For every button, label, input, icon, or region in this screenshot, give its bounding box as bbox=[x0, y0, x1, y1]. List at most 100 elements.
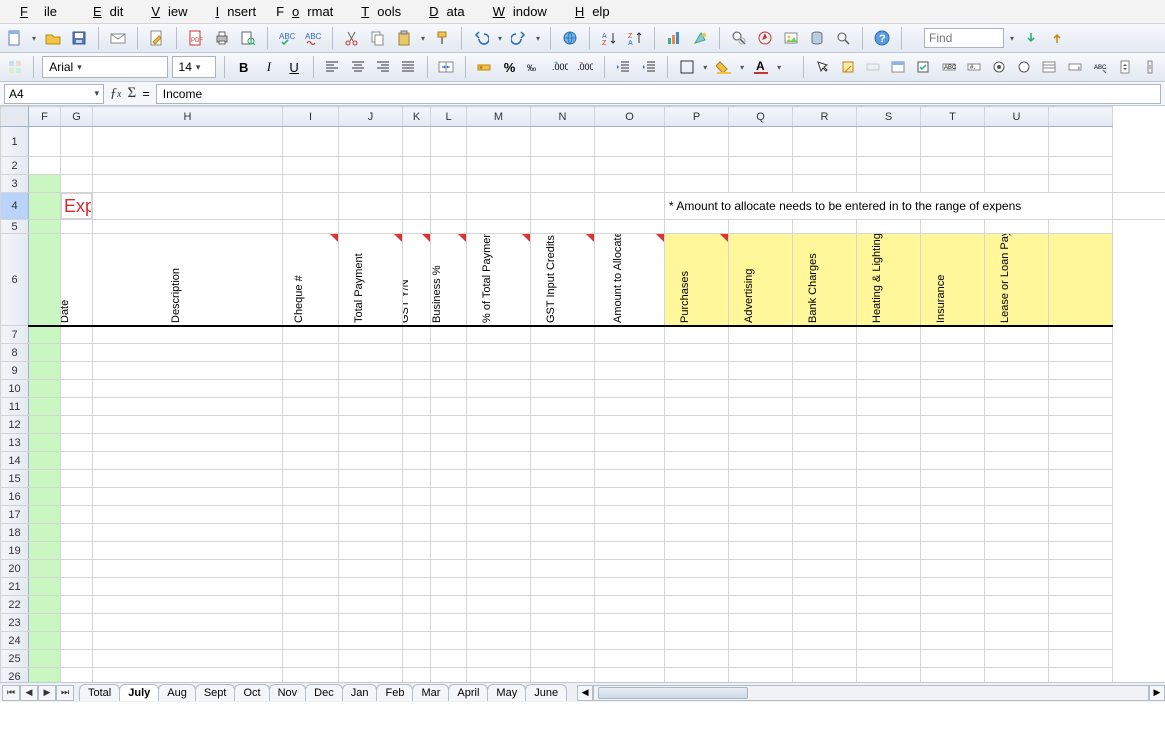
cell-Q20[interactable] bbox=[729, 560, 793, 578]
cell-Q24[interactable] bbox=[729, 632, 793, 650]
cell-F8[interactable] bbox=[29, 344, 61, 362]
row-header-25[interactable]: 25 bbox=[1, 650, 29, 668]
cell-F11[interactable] bbox=[29, 398, 61, 416]
print-preview-icon[interactable] bbox=[237, 27, 259, 49]
label-tool-icon[interactable]: ABC bbox=[938, 56, 959, 78]
find-down-icon[interactable] bbox=[1020, 27, 1042, 49]
cell-G11[interactable] bbox=[61, 398, 93, 416]
cell-U9[interactable] bbox=[985, 362, 1049, 380]
cell-overflow-7[interactable] bbox=[1049, 326, 1113, 344]
cell-F3[interactable] bbox=[29, 175, 61, 193]
cell-S18[interactable] bbox=[857, 524, 921, 542]
cell-U2[interactable] bbox=[985, 157, 1049, 175]
find-up-icon[interactable] bbox=[1046, 27, 1068, 49]
cell-overflow-24[interactable] bbox=[1049, 632, 1113, 650]
cell-L15[interactable] bbox=[431, 470, 467, 488]
borders-icon[interactable] bbox=[676, 56, 697, 78]
cell-I5[interactable] bbox=[283, 220, 339, 234]
cell-M9[interactable] bbox=[467, 362, 531, 380]
cell-J17[interactable] bbox=[339, 506, 403, 524]
cell-M18[interactable] bbox=[467, 524, 531, 542]
cell-H17[interactable] bbox=[93, 506, 283, 524]
cell-G23[interactable] bbox=[61, 614, 93, 632]
cell-J8[interactable] bbox=[339, 344, 403, 362]
cell-T6[interactable]: Insurance bbox=[921, 234, 985, 326]
cell-M22[interactable] bbox=[467, 596, 531, 614]
cell-N21[interactable] bbox=[531, 578, 595, 596]
hscroll-right-icon[interactable]: ▶ bbox=[1149, 685, 1165, 701]
allocate-note-cell[interactable]: * Amount to allocate needs to be entered… bbox=[665, 193, 1113, 220]
cell-U24[interactable] bbox=[985, 632, 1049, 650]
cell-N2[interactable] bbox=[531, 157, 595, 175]
cell-F7[interactable] bbox=[29, 326, 61, 344]
menu-data[interactable]: Data bbox=[413, 2, 472, 21]
col-header-G[interactable]: G bbox=[61, 107, 93, 127]
cell-L16[interactable] bbox=[431, 488, 467, 506]
cell-H12[interactable] bbox=[93, 416, 283, 434]
sheet-tab-total[interactable]: Total bbox=[79, 684, 120, 701]
cell-L9[interactable] bbox=[431, 362, 467, 380]
cell-G13[interactable] bbox=[61, 434, 93, 452]
cell-H22[interactable] bbox=[93, 596, 283, 614]
cell-T10[interactable] bbox=[921, 380, 985, 398]
cell-J12[interactable] bbox=[339, 416, 403, 434]
function-wizard-icon[interactable]: ƒx bbox=[110, 86, 121, 102]
cell-P21[interactable] bbox=[665, 578, 729, 596]
cell-G17[interactable] bbox=[61, 506, 93, 524]
cell-K5[interactable] bbox=[403, 220, 431, 234]
cell-S20[interactable] bbox=[857, 560, 921, 578]
menu-tools[interactable]: Tools bbox=[345, 2, 409, 21]
cell-K22[interactable] bbox=[403, 596, 431, 614]
cell-G3[interactable] bbox=[61, 175, 93, 193]
cell-R6[interactable]: Bank Charges bbox=[793, 234, 857, 326]
cell-K16[interactable] bbox=[403, 488, 431, 506]
cell-I8[interactable] bbox=[283, 344, 339, 362]
row-header-19[interactable]: 19 bbox=[1, 542, 29, 560]
col-header-R[interactable]: R bbox=[793, 107, 857, 127]
cell-R15[interactable] bbox=[793, 470, 857, 488]
cell-R24[interactable] bbox=[793, 632, 857, 650]
cell-R13[interactable] bbox=[793, 434, 857, 452]
cell-S23[interactable] bbox=[857, 614, 921, 632]
cell-G6[interactable]: Date bbox=[61, 234, 93, 326]
cell-T19[interactable] bbox=[921, 542, 985, 560]
cell-U10[interactable] bbox=[985, 380, 1049, 398]
cell-N12[interactable] bbox=[531, 416, 595, 434]
cell-U5[interactable] bbox=[985, 220, 1049, 234]
row-header-3[interactable]: 3 bbox=[1, 175, 29, 193]
cell-K21[interactable] bbox=[403, 578, 431, 596]
row-header-22[interactable]: 22 bbox=[1, 596, 29, 614]
col-header-K[interactable]: K bbox=[403, 107, 431, 127]
cell-I18[interactable] bbox=[283, 524, 339, 542]
cell-T1[interactable] bbox=[921, 127, 985, 157]
currency-icon[interactable] bbox=[474, 56, 495, 78]
cell-G15[interactable] bbox=[61, 470, 93, 488]
cell-I21[interactable] bbox=[283, 578, 339, 596]
cell-F13[interactable] bbox=[29, 434, 61, 452]
cell-S8[interactable] bbox=[857, 344, 921, 362]
cell-M10[interactable] bbox=[467, 380, 531, 398]
cell-H14[interactable] bbox=[93, 452, 283, 470]
cell-L12[interactable] bbox=[431, 416, 467, 434]
cell-J1[interactable] bbox=[339, 127, 403, 157]
sheet-tab-mar[interactable]: Mar bbox=[412, 684, 449, 701]
combo-tool-icon[interactable] bbox=[1064, 56, 1085, 78]
datasources-icon[interactable] bbox=[806, 27, 828, 49]
cell-K13[interactable] bbox=[403, 434, 431, 452]
cell-R5[interactable] bbox=[793, 220, 857, 234]
col-header-M[interactable]: M bbox=[467, 107, 531, 127]
cell-O16[interactable] bbox=[595, 488, 665, 506]
numeric-tool-icon[interactable]: #. bbox=[963, 56, 984, 78]
cell-U16[interactable] bbox=[985, 488, 1049, 506]
cell-N5[interactable] bbox=[531, 220, 595, 234]
cell-H23[interactable] bbox=[93, 614, 283, 632]
new-doc-dropdown[interactable]: ▾ bbox=[30, 27, 38, 49]
cell-T25[interactable] bbox=[921, 650, 985, 668]
cell-K7[interactable] bbox=[403, 326, 431, 344]
cell-overflow-26[interactable] bbox=[1049, 668, 1113, 683]
cell-O18[interactable] bbox=[595, 524, 665, 542]
cell-I22[interactable] bbox=[283, 596, 339, 614]
cell-K25[interactable] bbox=[403, 650, 431, 668]
cell-U11[interactable] bbox=[985, 398, 1049, 416]
cell-L24[interactable] bbox=[431, 632, 467, 650]
